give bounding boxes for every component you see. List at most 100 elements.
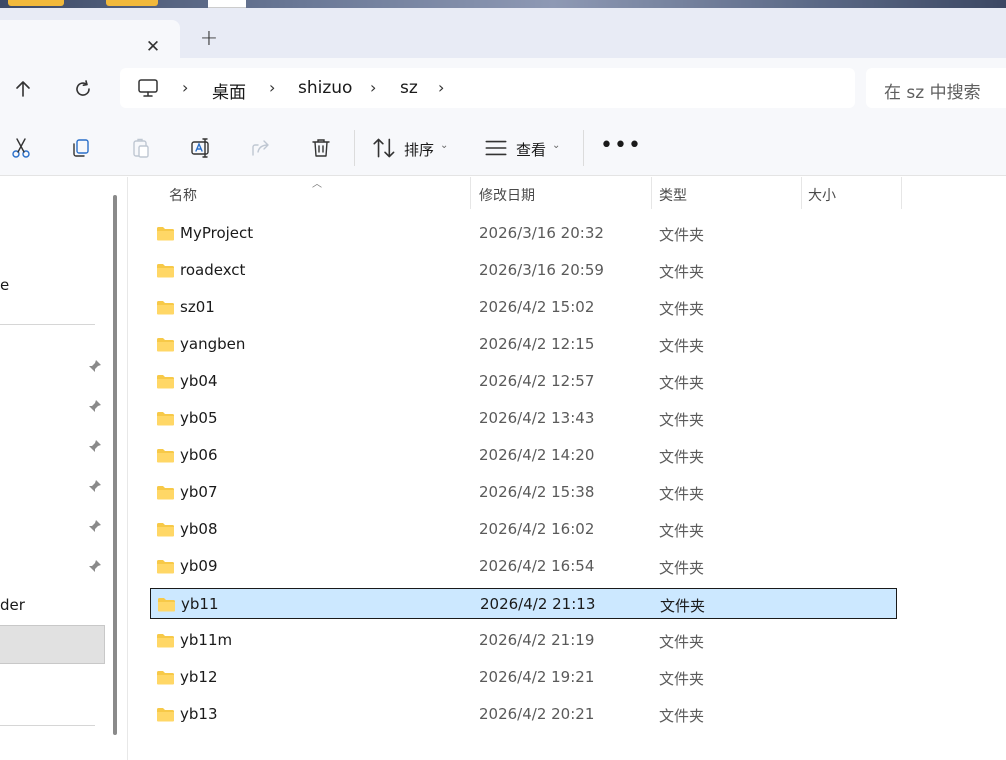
pin-icon[interactable] (88, 559, 102, 573)
column-header-modified[interactable]: 修改日期 (479, 185, 535, 205)
more-options-button[interactable]: ••• (600, 133, 642, 158)
sort-icon (373, 138, 395, 158)
refresh-button[interactable] (68, 74, 98, 104)
file-type: 文件夹 (659, 448, 705, 466)
chevron-down-icon[interactable]: ⌄ (440, 140, 448, 151)
table-row[interactable]: yb04 2026/4/2 12:57 文件夹 (150, 366, 897, 397)
file-name[interactable]: yb11 (181, 595, 219, 613)
table-row[interactable]: yb11m 2026/4/2 21:19 文件夹 (150, 625, 897, 656)
file-type: 文件夹 (660, 597, 706, 615)
table-row[interactable]: roadexct 2026/3/16 20:59 文件夹 (150, 255, 897, 286)
file-type: 文件夹 (659, 226, 705, 244)
column-header: ︿ 名称 修改日期 类型 大小 (128, 177, 1006, 209)
search-input[interactable]: 在 sz 中搜索 (866, 68, 1006, 108)
table-row[interactable]: yangben 2026/4/2 12:15 文件夹 (150, 329, 897, 360)
file-type: 文件夹 (659, 337, 705, 355)
taskbar-item (106, 0, 158, 6)
file-name[interactable]: yb09 (180, 557, 218, 575)
column-header-type[interactable]: 类型 (659, 185, 687, 205)
file-modified: 2026/4/2 13:43 (479, 409, 595, 427)
delete-button[interactable] (307, 134, 335, 162)
breadcrumb-item-sz[interactable]: sz (400, 78, 418, 98)
nav-item-label-fragment[interactable]: e (0, 276, 9, 294)
table-row[interactable]: yb12 2026/4/2 19:21 文件夹 (150, 662, 897, 693)
nav-item-label-fragment[interactable]: der (0, 596, 25, 614)
sort-label[interactable]: 排序 (404, 139, 434, 160)
file-type: 文件夹 (659, 707, 705, 725)
table-row[interactable]: yb07 2026/4/2 15:38 文件夹 (150, 477, 897, 508)
breadcrumb[interactable]: › 桌面 › shizuo › sz › (120, 68, 855, 108)
file-name[interactable]: yb05 (180, 409, 218, 427)
table-row[interactable]: MyProject 2026/3/16 20:32 文件夹 (150, 218, 897, 249)
pin-icon[interactable] (88, 359, 102, 373)
tab-current[interactable]: ✕ (0, 20, 180, 58)
file-name[interactable]: yb12 (180, 668, 218, 686)
file-modified: 2026/3/16 20:32 (479, 224, 604, 242)
file-name[interactable]: yangben (180, 335, 245, 353)
breadcrumb-chevron-icon[interactable]: › (182, 78, 188, 97)
table-row[interactable]: sz01 2026/4/2 15:02 文件夹 (150, 292, 897, 323)
table-row[interactable]: yb11 2026/4/2 21:13 文件夹 (150, 588, 897, 619)
breadcrumb-chevron-icon[interactable]: › (370, 78, 376, 97)
file-modified: 2026/4/2 19:21 (479, 668, 595, 686)
new-tab-button[interactable]: + (198, 25, 220, 51)
folder-icon (157, 634, 174, 648)
breadcrumb-chevron-icon[interactable]: › (438, 78, 444, 97)
file-modified: 2026/4/2 12:57 (479, 372, 595, 390)
file-type: 文件夹 (659, 411, 705, 429)
table-row[interactable]: yb06 2026/4/2 14:20 文件夹 (150, 440, 897, 471)
scrollbar[interactable] (113, 195, 117, 735)
column-header-size[interactable]: 大小 (808, 185, 836, 205)
pin-icon[interactable] (88, 439, 102, 453)
chevron-down-icon[interactable]: ⌄ (552, 140, 560, 151)
share-button[interactable] (247, 134, 275, 162)
pin-icon[interactable] (88, 519, 102, 533)
breadcrumb-chevron-icon[interactable]: › (269, 78, 275, 97)
file-name[interactable]: yb08 (180, 520, 218, 538)
file-name[interactable]: yb04 (180, 372, 218, 390)
table-row[interactable]: yb09 2026/4/2 16:54 文件夹 (150, 551, 897, 582)
window-edge (208, 0, 246, 8)
rename-button[interactable] (187, 134, 215, 162)
file-name[interactable]: MyProject (180, 224, 253, 242)
folder-icon (158, 598, 175, 612)
file-name[interactable]: roadexct (180, 261, 245, 279)
up-button[interactable] (8, 74, 38, 104)
nav-item-selected[interactable] (0, 625, 105, 664)
close-tab-icon[interactable]: ✕ (142, 36, 164, 58)
paste-button[interactable] (127, 134, 155, 162)
file-name[interactable]: yb06 (180, 446, 218, 464)
folder-icon (157, 486, 174, 500)
view-list-icon (485, 140, 507, 156)
column-divider[interactable] (801, 177, 802, 209)
column-divider[interactable] (651, 177, 652, 209)
file-name[interactable]: sz01 (180, 298, 215, 316)
arrow-up-icon (16, 81, 30, 97)
file-type: 文件夹 (659, 670, 705, 688)
column-divider[interactable] (470, 177, 471, 209)
computer-icon[interactable] (137, 78, 159, 98)
pin-icon[interactable] (88, 399, 102, 413)
breadcrumb-item-shizuo[interactable]: shizuo (298, 78, 352, 98)
file-type: 文件夹 (659, 522, 705, 540)
nav-divider (0, 324, 95, 325)
table-row[interactable]: yb05 2026/4/2 13:43 文件夹 (150, 403, 897, 434)
toolbar-divider (583, 130, 584, 166)
breadcrumb-item-desktop[interactable]: 桌面 (212, 78, 246, 103)
copy-button[interactable] (67, 134, 95, 162)
folder-icon (157, 412, 174, 426)
file-modified: 2026/4/2 20:21 (479, 705, 595, 723)
folder-icon (157, 671, 174, 685)
column-divider[interactable] (901, 177, 902, 209)
pin-icon[interactable] (88, 479, 102, 493)
view-label[interactable]: 查看 (516, 139, 546, 160)
file-name[interactable]: yb07 (180, 483, 218, 501)
file-modified: 2026/4/2 15:38 (479, 483, 595, 501)
table-row[interactable]: yb08 2026/4/2 16:02 文件夹 (150, 514, 897, 545)
file-name[interactable]: yb13 (180, 705, 218, 723)
cut-button[interactable] (7, 134, 35, 162)
file-name[interactable]: yb11m (180, 631, 232, 649)
column-header-name[interactable]: 名称 (169, 185, 197, 205)
search-placeholder: 在 sz 中搜索 (884, 83, 981, 103)
table-row[interactable]: yb13 2026/4/2 20:21 文件夹 (150, 699, 897, 730)
